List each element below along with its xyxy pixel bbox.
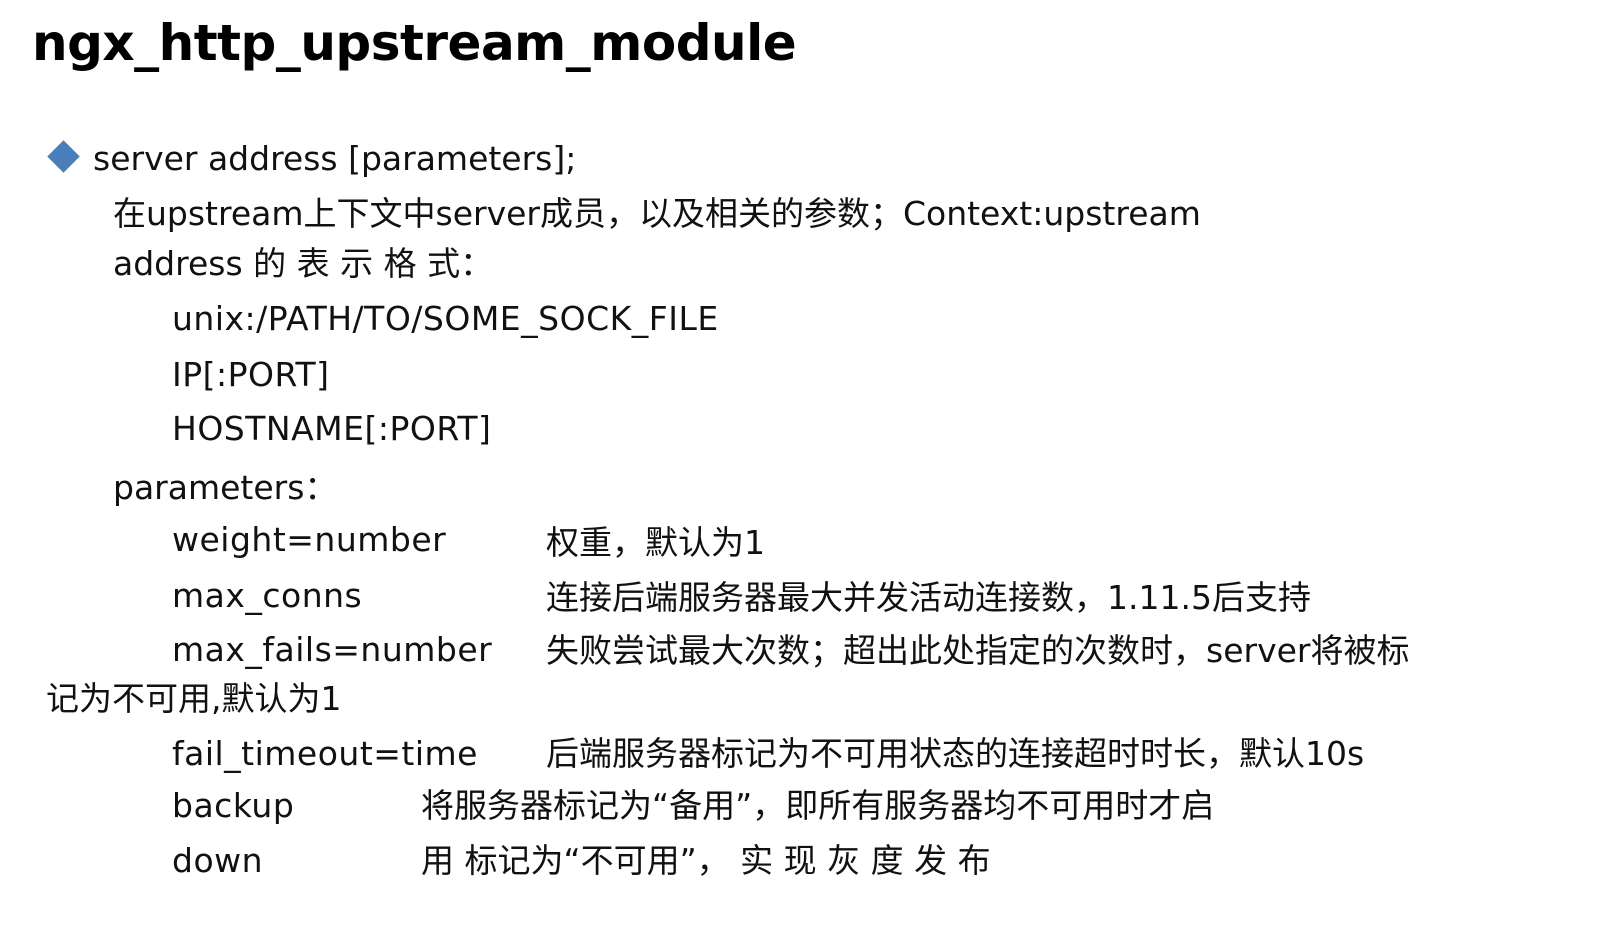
- address-heading: address 的 表 示 格 式：: [113, 244, 494, 283]
- param-desc-weight: 权重，默认为1: [546, 523, 765, 562]
- param-name-max-fails: max_fails=number: [172, 630, 493, 669]
- param-desc-fail-timeout: 后端服务器标记为不可用状态的连接超时时长，默认10s: [546, 734, 1365, 773]
- param-name-fail-timeout: fail_timeout=time: [172, 734, 478, 773]
- parameters-heading: parameters：: [113, 468, 338, 507]
- address-format-unix: unix:/PATH/TO/SOME_SOCK_FILE: [172, 299, 719, 338]
- param-desc-down: 用 标记为“不可用”， 实 现 灰 度 发 布: [421, 841, 991, 880]
- param-desc-max-fails-continued: 记为不可用,默认为1: [46, 679, 342, 718]
- slide-title: ngx_http_upstream_module: [32, 14, 797, 72]
- address-format-ip: IP[:PORT]: [172, 355, 330, 394]
- address-format-hostname: HOSTNAME[:PORT]: [172, 409, 492, 448]
- param-desc-max-fails: 失败尝试最大次数；超出此处指定的次数时，server将被标: [546, 631, 1410, 670]
- slide: ngx_http_upstream_module server address …: [0, 0, 1605, 937]
- intro-text: 在upstream上下文中server成员，以及相关的参数；Context:up…: [113, 194, 1201, 233]
- param-desc-max-conns: 连接后端服务器最大并发活动连接数，1.11.5后支持: [546, 578, 1311, 617]
- param-name-weight: weight=number: [172, 520, 447, 559]
- param-name-down: down: [172, 841, 264, 880]
- diamond-bullet-icon: [47, 140, 80, 173]
- param-name-backup: backup: [172, 786, 295, 825]
- param-name-max-conns: max_conns: [172, 576, 363, 615]
- param-desc-backup: 将服务器标记为“备用”，即所有服务器均不可用时才启: [421, 786, 1215, 825]
- bullet-text: server address [parameters];: [93, 139, 577, 178]
